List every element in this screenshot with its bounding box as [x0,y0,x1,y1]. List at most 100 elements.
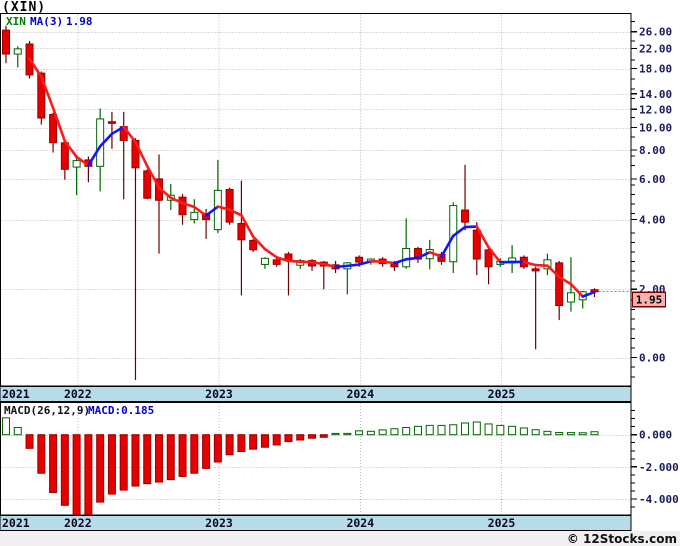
price-axis-label: 0.00 [639,352,666,365]
candle-down [178,196,187,216]
candle-down [472,229,481,260]
year-label: 2025 [488,516,516,530]
last-price-value: 1.95 [636,294,663,307]
macd-bar-positive [2,417,10,436]
candle-down [555,262,564,307]
macd-bar-negative [308,434,317,439]
ma-segment-falling [298,260,314,264]
year-label: 2023 [205,387,233,401]
macd-bar-negative [225,434,234,456]
candle-down [225,188,234,223]
price-axis-label: 26.00 [639,26,672,39]
macd-bar-positive [555,431,564,436]
macd-bar-negative [119,434,128,491]
price-axis-label: 10.00 [639,122,672,135]
candle-down [461,209,470,223]
copyright-watermark: © 12Stocks.com [566,532,677,546]
candle-down [272,259,281,265]
macd-bar-negative [213,434,222,463]
macd-axis-label: -4.000 [639,493,679,506]
legend-ma-value: 1.98 [66,15,93,28]
macd-bar-negative [178,434,187,477]
year-label: 2022 [64,516,92,530]
candle-down [107,121,116,124]
stock-chart-app: 26.00 22.00 18.00 14.00 12.00 10.00 8.00 6.00 4.… [0,0,680,546]
candle-up [260,257,269,265]
candle-down [355,256,364,263]
ma-segment-falling [287,259,302,264]
candle-up [402,247,411,268]
macd-bar-negative [202,434,211,469]
year-label: 2021 [2,516,30,530]
price-axis-label: 6.00 [639,173,666,186]
macd-bar-positive [531,429,540,436]
candle-down [531,268,540,272]
macd-bar-negative [319,434,328,438]
macd-axis-label: -2.000 [639,461,679,474]
macd-bar-negative [60,434,69,506]
macd-axis-label: 0.000 [639,429,672,442]
macd-bar-negative [272,434,281,446]
ma-segment-rising [463,225,479,229]
macd-bar-negative [237,434,246,453]
price-axis-label: 18.00 [639,63,672,76]
year-label: 2023 [205,516,233,530]
candle-down [143,170,152,199]
macd-bar-positive [508,425,517,436]
macd-bar-positive [437,424,446,436]
candle-up [72,160,81,168]
price-axis-label: 12.00 [639,103,672,116]
price-axis-label: 22.00 [639,42,672,55]
macd-bar-negative [131,434,140,487]
legend-ma-label: MA(3) [30,15,64,28]
macd-bar-negative [84,434,93,516]
price-axis-label: 14.00 [639,88,672,101]
candle-up [566,292,575,303]
macd-bar-positive [543,430,552,436]
macd-bar-positive [402,426,411,436]
macd-legend-title: MACD(26,12,9) [4,404,91,417]
macd-bar-positive [566,432,575,436]
macd-bar-positive [331,432,340,436]
macd-bar-negative [25,434,34,449]
macd-bar-positive [13,426,22,436]
chart-canvas: 26.00 22.00 18.00 14.00 12.00 10.00 8.00 6.00 4.… [0,13,680,546]
ma-segment-rising [334,264,349,269]
ma-segment-falling [381,260,396,265]
macd-bar-negative [166,434,175,481]
candle-up [13,48,22,55]
year-label: 2025 [488,387,516,401]
macd-bar-positive [343,432,352,436]
year-label: 2024 [346,387,374,401]
macd-legend-value: MACD:0.185 [88,404,155,417]
candle-down [237,222,246,241]
macd-bar-negative [249,434,258,450]
macd-bar-positive [484,423,493,436]
ma-segment-rising [404,256,420,261]
macd-bar-positive [355,430,364,436]
macd-bar-negative [72,434,81,516]
macd-bar-positive [413,425,422,436]
candle-down [2,29,10,55]
price-axis-label: 8.00 [639,144,666,157]
macd-bar-positive [449,424,458,436]
year-label: 2021 [2,387,30,401]
last-price-tag: 1.95 [631,291,667,308]
candle-up [190,211,199,221]
year-label: 2024 [346,516,374,530]
macd-bar-negative [284,434,293,443]
candle-down [249,239,258,251]
legend-symbol: XIN [6,15,26,28]
macd-bar-positive [366,430,375,436]
macd-bar-negative [37,434,46,474]
macd-bar-positive [390,428,399,436]
macd-bar-negative [143,434,152,485]
macd-bar-negative [107,434,116,495]
macd-bar-negative [155,434,164,483]
macd-axis: 0.000 -2.000 -4.000 [631,410,679,508]
macd-bar-negative [190,434,199,474]
macd-bar-positive [461,422,470,436]
macd-bar-positive [472,421,481,436]
macd-bar-negative [296,434,305,441]
macd-bar-negative [49,434,58,493]
